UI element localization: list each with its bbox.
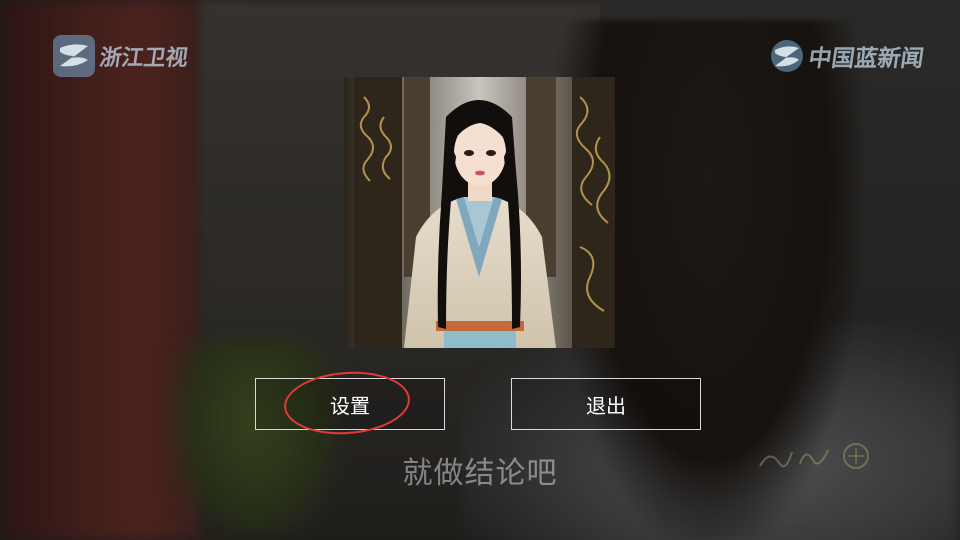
channel-logo: 浙江卫视	[52, 34, 190, 78]
tv-screen: 浙江卫视 中国蓝新闻 设置 退出 就做结论吧	[0, 0, 960, 540]
portrait-image	[344, 77, 615, 348]
settings-button-label: 设置	[330, 393, 370, 418]
channel-logo-text: 浙江卫视	[97, 46, 190, 71]
exit-button-label: 退出	[586, 393, 626, 418]
tv-subtitle: 就做结论吧	[402, 456, 558, 491]
zhejiang-tv-logo-icon	[52, 34, 96, 78]
news-logo-text: 中国蓝新闻	[806, 46, 926, 72]
news-logo: 中国蓝新闻	[769, 36, 926, 76]
china-blue-logo-icon	[769, 38, 805, 74]
exit-button[interactable]: 退出	[511, 378, 701, 430]
settings-button[interactable]: 设置	[255, 378, 445, 430]
